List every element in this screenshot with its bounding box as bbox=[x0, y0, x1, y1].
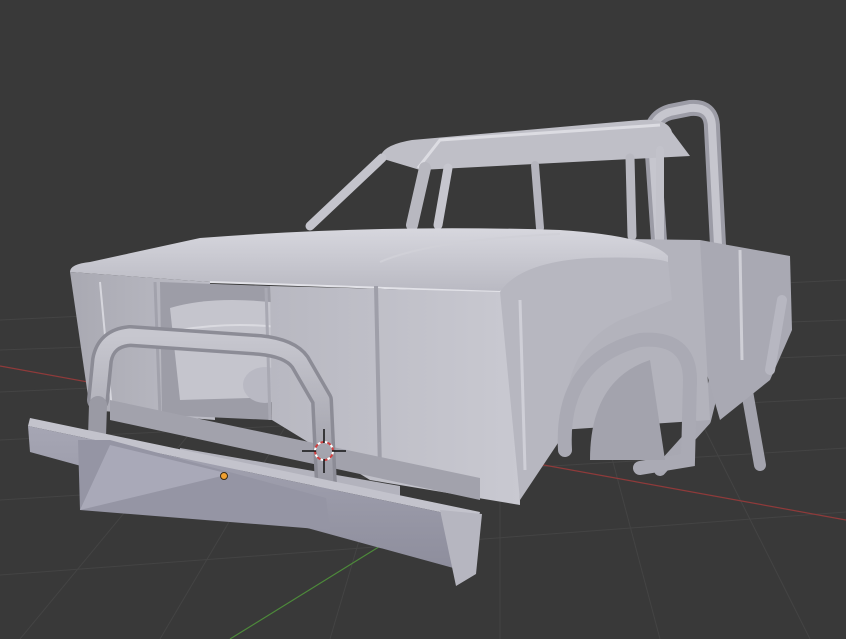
viewport-canvas[interactable] bbox=[0, 0, 846, 639]
object-origin-icon bbox=[220, 472, 228, 480]
3d-viewport[interactable] bbox=[0, 0, 846, 639]
b-pillar bbox=[625, 153, 637, 241]
